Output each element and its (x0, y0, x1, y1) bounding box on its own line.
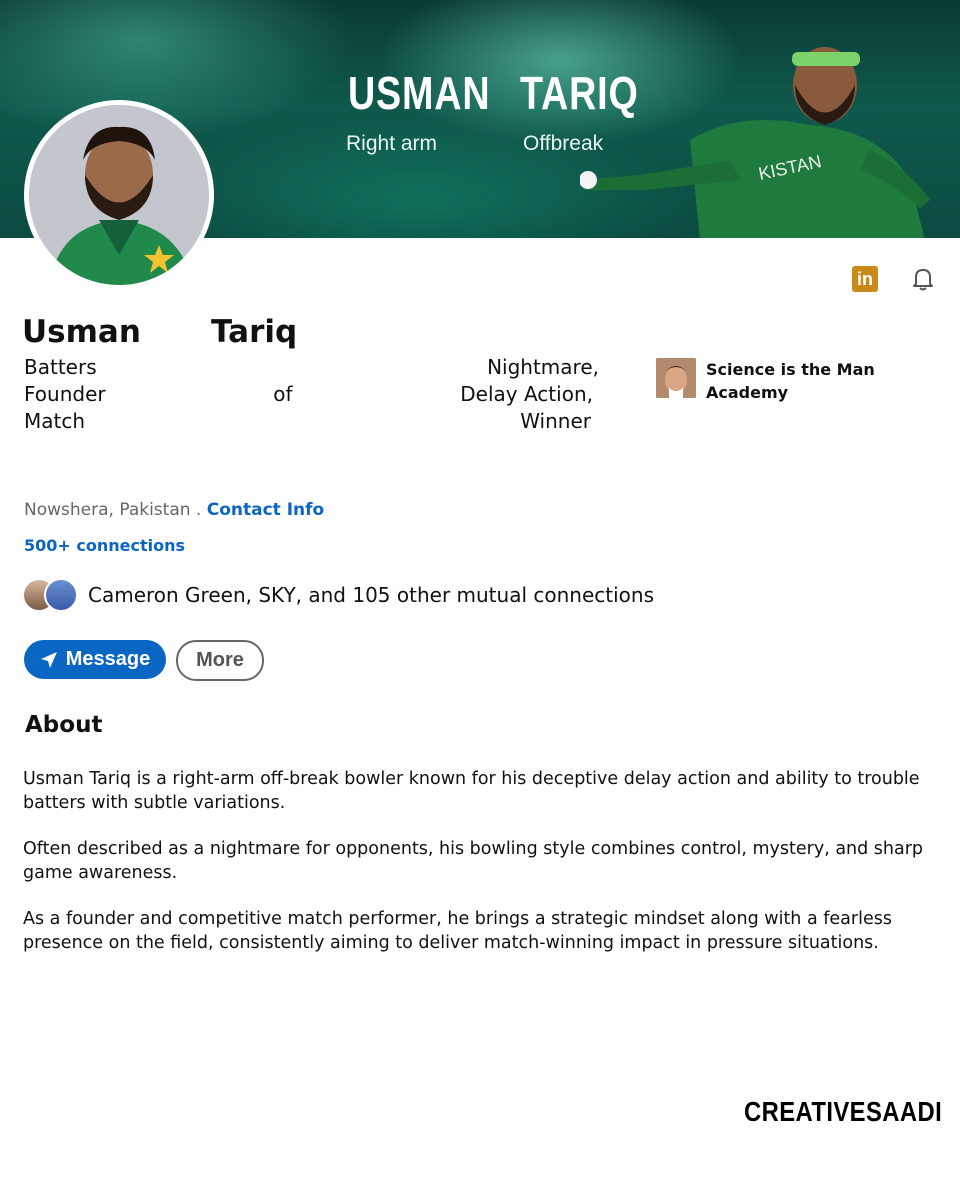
headline-word: Batters (24, 355, 97, 379)
message-button[interactable]: Message (24, 640, 166, 679)
mutual-connections[interactable]: Cameron Green, SKY, and 105 other mutual… (22, 578, 654, 612)
headline-word: Winner (520, 409, 591, 433)
about-heading: About (25, 712, 103, 738)
message-button-label: Message (65, 648, 151, 670)
banner-role: Right arm (346, 132, 438, 155)
profile-last-name: Tariq (211, 314, 298, 350)
bowler-illustration: KISTAN (580, 47, 930, 238)
more-button[interactable]: More (176, 640, 264, 681)
headline-word: Founder (24, 382, 106, 406)
headline-word: Match (24, 409, 86, 433)
current-company[interactable]: Science is the Man Academy (656, 358, 876, 404)
banner-first-name: USMAN (348, 67, 491, 119)
about-paragraph: As a founder and competitive match perfo… (23, 909, 892, 953)
brand-watermark: CREATIVESAADI (744, 1096, 943, 1127)
mutual-avatar (44, 578, 78, 612)
profile-headline: Batters Nightmare, Founder of Delay Acti… (24, 354, 599, 435)
profile-avatar[interactable] (24, 100, 214, 290)
mutual-avatars (22, 578, 80, 612)
location-row: Nowshera, Pakistan . Contact Info (24, 500, 324, 520)
headline-word: Nightmare, (487, 355, 599, 379)
headline-line: Match Winner (24, 408, 591, 435)
profile-photo (29, 105, 209, 285)
headline-line: Batters Nightmare, (24, 354, 599, 381)
send-icon (40, 651, 57, 668)
mutual-connections-text: Cameron Green, SKY, and 105 other mutual… (88, 583, 654, 607)
location-text: Nowshera, Pakistan . (24, 500, 202, 520)
headline-line: Founder of Delay Action, (24, 381, 593, 408)
company-logo (656, 358, 696, 398)
about-paragraph: Usman Tariq is a right-arm off-break bow… (23, 769, 920, 813)
connections-link[interactable]: 500+ connections (24, 536, 185, 555)
contact-info-link[interactable]: Contact Info (207, 500, 324, 520)
about-section: Usman Tariq is a right-arm off-break bow… (23, 768, 933, 978)
bell-icon[interactable] (910, 266, 936, 292)
profile-first-name: Usman (22, 314, 141, 350)
company-name[interactable]: Science is the Man Academy (706, 358, 876, 404)
headline-word: Delay Action, (460, 382, 593, 406)
headline-word: of (273, 382, 293, 406)
about-paragraph: Often described as a nightmare for oppon… (23, 839, 924, 883)
linkedin-icon[interactable]: in (852, 266, 878, 292)
